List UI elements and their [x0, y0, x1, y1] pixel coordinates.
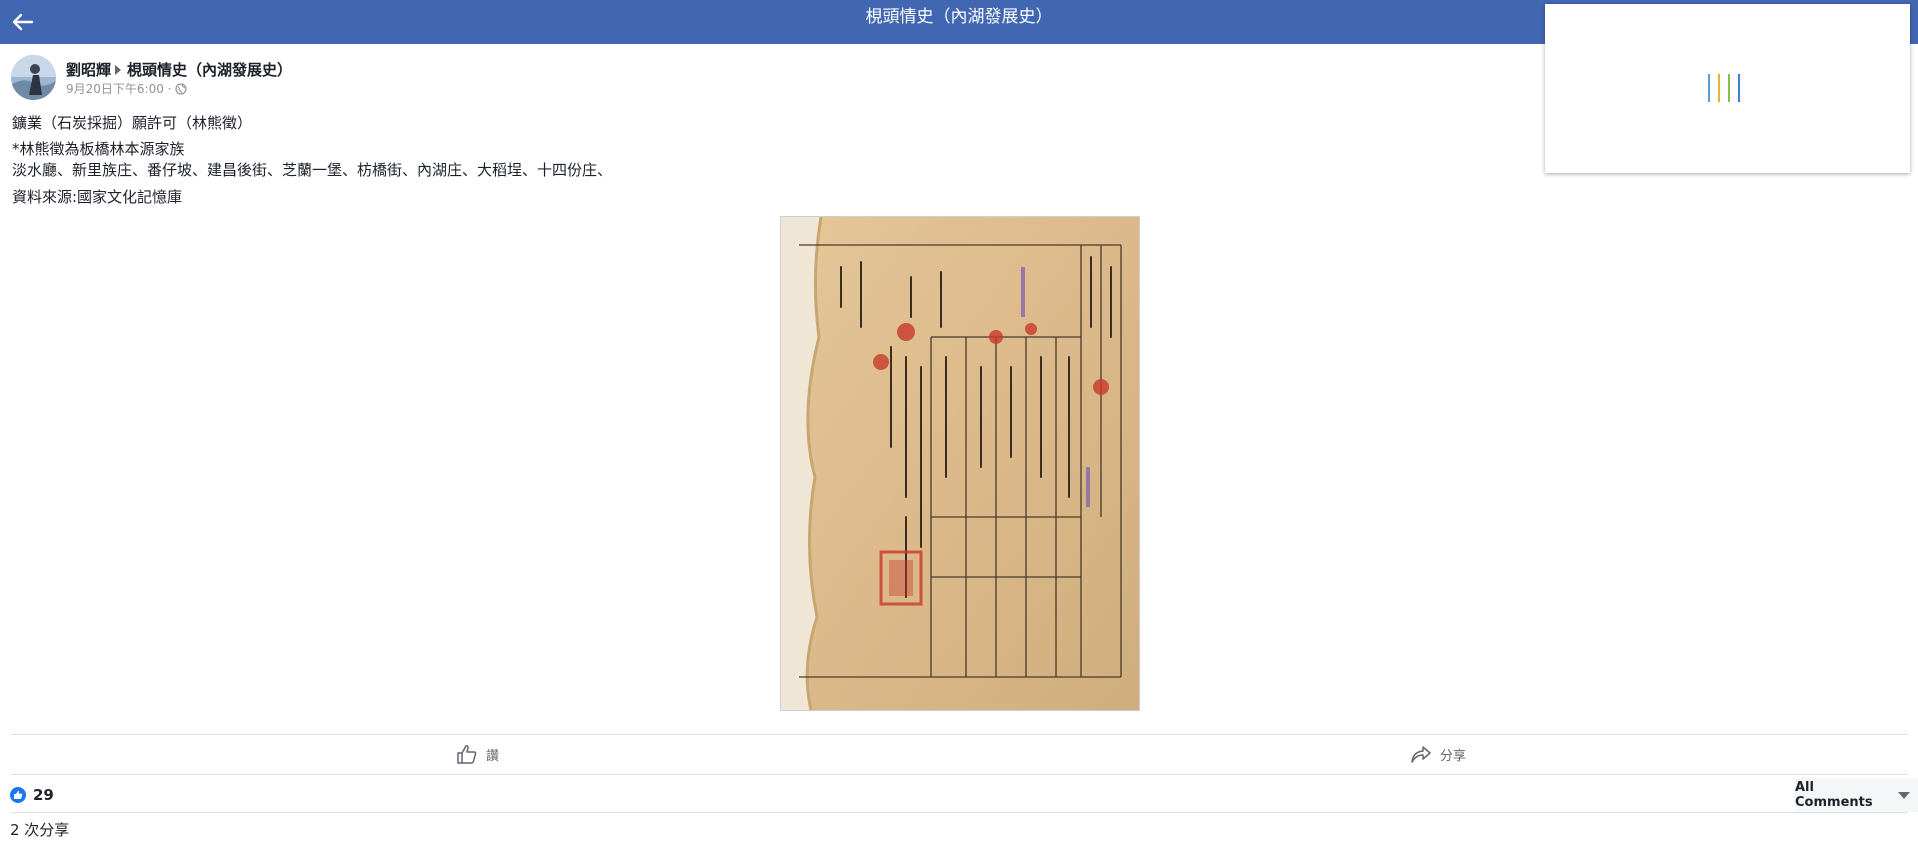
globe-icon: [175, 83, 188, 95]
like-reaction-icon: [10, 787, 26, 803]
caret-right-icon: [115, 65, 122, 75]
divider: [11, 734, 1908, 735]
dropdown-triangle-icon: [1898, 791, 1910, 799]
like-button[interactable]: 讚: [456, 742, 499, 766]
loading-popup: [1545, 4, 1910, 173]
post-text-line: 資料來源:國家文化記憶庫: [12, 188, 183, 206]
reactions-bar: 29 All Comments: [0, 778, 1918, 812]
like-count[interactable]: 29: [33, 785, 54, 805]
post-text-line: 鑛業（石炭採掘）願許可（林熊徵）: [12, 114, 253, 132]
author-name[interactable]: 劉昭輝: [66, 60, 111, 80]
post-photo[interactable]: [780, 216, 1140, 711]
post-text-line: *林熊徵為板橋林本源家族: [12, 140, 185, 158]
share-arrow-icon: [1411, 746, 1431, 763]
thumbs-up-icon: [457, 745, 477, 764]
post-timestamp[interactable]: 9月20日下午6:00 ·: [66, 81, 171, 97]
share-label: 分享: [1440, 748, 1467, 764]
like-label: 讚: [486, 748, 500, 764]
share-count[interactable]: 2 次分享: [10, 820, 69, 840]
group-name[interactable]: 梘頭情史（內湖發展史）: [127, 60, 292, 80]
divider: [11, 774, 1908, 775]
comments-filter-label: All Comments: [1795, 780, 1873, 810]
post-meta: 9月20日下午6:00 ·: [66, 81, 188, 97]
post-header: 劉昭輝 梘頭情史（內湖發展史）: [66, 60, 292, 80]
divider: [11, 812, 1908, 813]
comments-filter-dropdown[interactable]: All Comments: [1795, 778, 1918, 812]
loading-spinner-icon: [1708, 74, 1740, 102]
share-button[interactable]: 分享: [1410, 742, 1466, 766]
post-text-line: 淡水廳、新里族庄、番仔坡、建昌後街、芝蘭一堡、枋橋街、內湖庄、大稻埕、十四份庄、: [12, 161, 613, 179]
author-avatar[interactable]: [11, 55, 56, 100]
